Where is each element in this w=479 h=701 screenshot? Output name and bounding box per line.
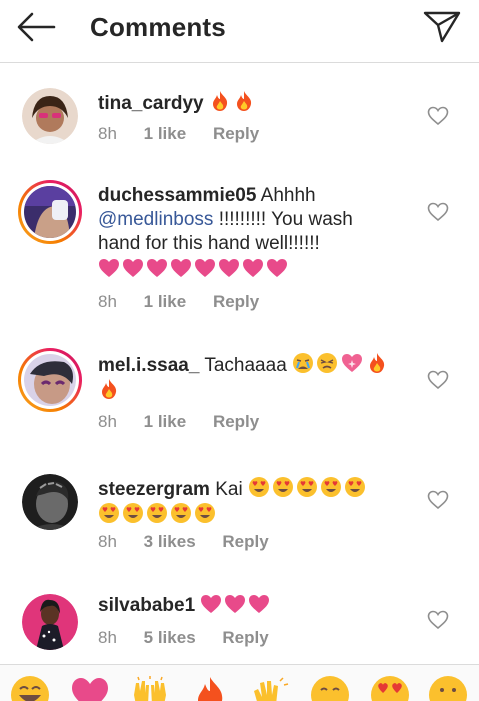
heart-emoji: [123, 259, 143, 277]
heart-emoji-button[interactable]: [70, 675, 110, 701]
heart-emoji: [201, 595, 222, 613]
emoji-row: [98, 258, 398, 282]
heart-eyes-emoji: [195, 503, 215, 523]
comment-meta: 8h 1 like Reply: [98, 292, 281, 312]
comment-likes[interactable]: 3 likes: [144, 532, 196, 551]
heart-eyes-emoji: [171, 503, 191, 523]
heart-emoji: [99, 259, 119, 277]
comment-text: silvababe1: [98, 594, 398, 618]
reply-button[interactable]: Reply: [213, 124, 259, 143]
like-heart-icon[interactable]: [427, 610, 449, 630]
crying-face-emoji: [293, 353, 314, 373]
heart-emoji: [249, 595, 270, 613]
comment-time: 8h: [98, 628, 117, 647]
comment-text: mel.i.ssaa_ Tachaaaa: [98, 352, 398, 404]
fire-emoji: [209, 90, 231, 119]
reply-button[interactable]: Reply: [222, 628, 268, 647]
heart-eyes-emoji: [123, 503, 143, 523]
heart-emoji: [171, 259, 191, 277]
send-icon[interactable]: [423, 10, 461, 44]
heart-emoji: [225, 595, 246, 613]
avatar[interactable]: [18, 180, 82, 244]
comment-time: 8h: [98, 292, 117, 311]
heart-eyes-emoji: [248, 477, 269, 497]
fire-emoji-button[interactable]: [190, 675, 230, 701]
heart-emoji: [195, 259, 215, 277]
comment-body: Tachaaaa: [204, 355, 287, 376]
comment-meta: 8h 1 like Reply: [98, 412, 281, 432]
like-heart-icon[interactable]: [427, 106, 449, 126]
sparkling-heart-emoji: [342, 354, 363, 372]
hugging-face-emoji-button[interactable]: [310, 675, 350, 701]
heart-eyes-emoji: [320, 477, 341, 497]
comment-username[interactable]: mel.i.ssaa_: [98, 355, 199, 376]
heart-eyes-emoji: [272, 477, 293, 497]
avatar[interactable]: [22, 594, 78, 650]
comment-text: steezergram Kai: [98, 476, 398, 528]
like-heart-icon[interactable]: [427, 370, 449, 390]
heart-emoji: [267, 259, 287, 277]
heart-eyes-emoji: [296, 477, 317, 497]
comments-header: Comments: [0, 0, 479, 63]
raised-hands-emoji-button[interactable]: [130, 675, 170, 701]
reply-button[interactable]: Reply: [213, 292, 259, 311]
comment-likes[interactable]: 5 likes: [144, 628, 196, 647]
smiling-face-emoji-button[interactable]: [428, 675, 468, 701]
comment-username[interactable]: steezergram: [98, 479, 210, 500]
comment-likes[interactable]: 1 like: [144, 412, 187, 431]
comment-meta: 8h 1 like Reply: [98, 124, 281, 144]
heart-emoji: [219, 259, 239, 277]
avatar[interactable]: [22, 88, 78, 144]
comment-time: 8h: [98, 412, 117, 431]
heart-emoji: [243, 259, 263, 277]
fire-emoji: [233, 90, 255, 119]
comment-username[interactable]: silvababe1: [98, 595, 195, 616]
fire-emoji: [370, 353, 385, 373]
comment-text: duchessammie05 Ahhhh @medlinboss !!!!!!!…: [98, 184, 398, 282]
fire-emoji: [102, 379, 117, 399]
persevering-face-emoji: [317, 353, 338, 373]
comment-text: tina_cardyy: [98, 90, 398, 119]
emoji-quick-bar: [0, 664, 479, 701]
reply-button[interactable]: Reply: [213, 412, 259, 431]
clapping-hands-emoji-button[interactable]: [250, 675, 290, 701]
comment-likes[interactable]: 1 like: [144, 292, 187, 311]
avatar[interactable]: [22, 474, 78, 530]
avatar[interactable]: [18, 348, 82, 412]
page-title: Comments: [90, 12, 226, 42]
mention-link[interactable]: @medlinboss: [98, 209, 213, 230]
comment-time: 8h: [98, 124, 117, 143]
comment-body: Kai: [215, 479, 243, 500]
like-heart-icon[interactable]: [427, 202, 449, 222]
heart-eyes-emoji: [344, 477, 365, 497]
heart-eyes-emoji-button[interactable]: [370, 675, 410, 701]
comment-meta: 8h 3 likes Reply: [98, 532, 291, 552]
like-heart-icon[interactable]: [427, 490, 449, 510]
arrow-left-icon[interactable]: [16, 10, 56, 44]
comment-username[interactable]: duchessammie05: [98, 185, 256, 206]
comment-time: 8h: [98, 532, 117, 551]
heart-eyes-emoji: [99, 503, 119, 523]
heart-eyes-emoji: [147, 503, 167, 523]
comment-body: Ahhhh: [260, 185, 316, 206]
grinning-face-emoji-button[interactable]: [10, 675, 50, 701]
reply-button[interactable]: Reply: [222, 532, 268, 551]
comment-username[interactable]: tina_cardyy: [98, 93, 204, 114]
comment-likes[interactable]: 1 like: [144, 124, 187, 143]
heart-emoji: [147, 259, 167, 277]
comment-meta: 8h 5 likes Reply: [98, 628, 291, 648]
